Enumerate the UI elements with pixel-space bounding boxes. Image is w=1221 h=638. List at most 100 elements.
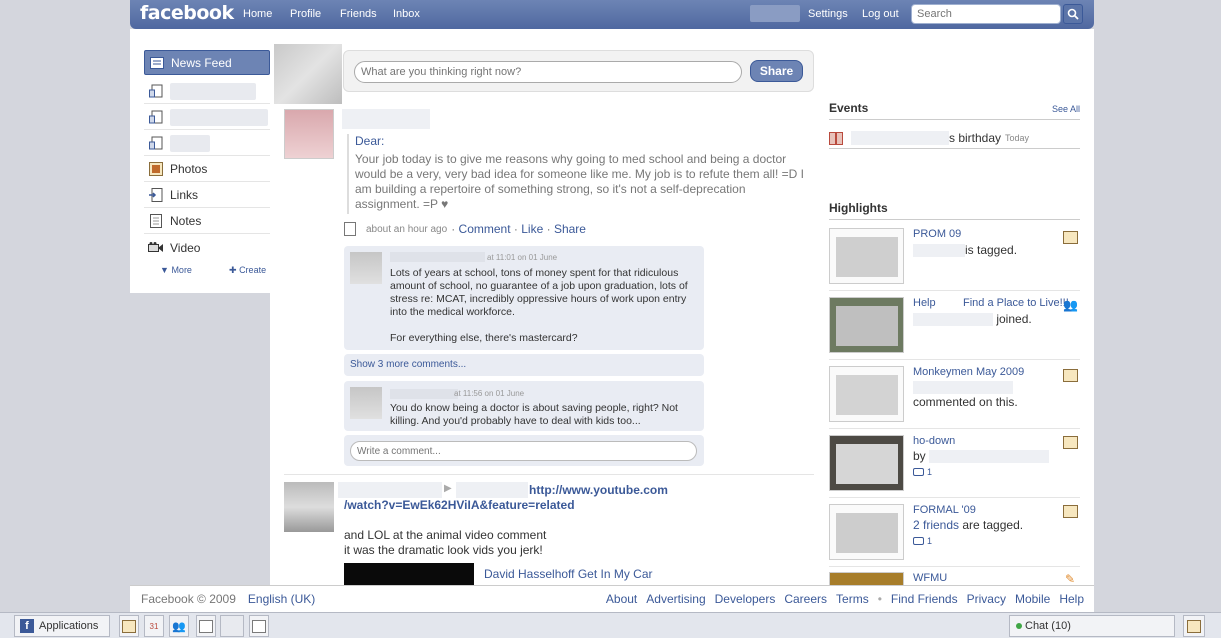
video-thumbnail[interactable] [344, 563, 474, 585]
create-link[interactable]: ✚ Create [229, 265, 266, 276]
nav-profile-link[interactable]: Profile [290, 8, 321, 20]
user-avatar[interactable] [274, 44, 342, 104]
commenter-avatar[interactable] [350, 387, 382, 419]
sidebar-item-news-feed[interactable]: News Feed [144, 50, 270, 75]
highlight-thumbnail[interactable] [829, 366, 904, 422]
comment-link[interactable]: Comment [459, 222, 511, 236]
chat-button[interactable]: Chat (10) [1009, 615, 1175, 637]
commenter-avatar[interactable] [350, 252, 382, 284]
friends-tagged-link[interactable]: 2 friends [913, 518, 959, 532]
highlight-item: Help Find a Place to Live!!! joined. 👥 [829, 292, 1080, 360]
highlight-title[interactable]: ho-down [913, 435, 955, 447]
photos-shortcut[interactable] [119, 615, 139, 637]
story-author-name[interactable] [342, 109, 430, 129]
user-name-link[interactable] [750, 5, 800, 22]
footer-link-developers[interactable]: Developers [715, 592, 776, 606]
highlight-title[interactable]: FORMAL '09 [913, 504, 976, 516]
footer-bullet: • [877, 592, 882, 606]
highlight-title[interactable]: WFMU [913, 572, 947, 584]
facebook-f-icon: f [20, 619, 34, 633]
footer-link-terms[interactable]: Terms [836, 592, 869, 606]
highlight-title[interactable]: Monkeymen May 2009 [913, 366, 1024, 378]
highlight-title[interactable]: Help [913, 297, 936, 309]
separator: · [546, 222, 551, 236]
footer-link-advertising[interactable]: Advertising [646, 592, 705, 606]
sidebar-item-video[interactable]: Video [144, 235, 270, 260]
highlight-thumbnail[interactable] [829, 435, 904, 491]
highlight-item: FORMAL '09 2 friends are tagged. 1 [829, 499, 1080, 567]
sidebar-item-photos[interactable]: Photos [144, 157, 270, 182]
highlight-thumbnail[interactable] [829, 572, 904, 585]
story-author-avatar[interactable] [284, 109, 334, 159]
highlight-item: Monkeymen May 2009 commented on this. [829, 361, 1080, 429]
sidebar-item-notes[interactable]: Notes [144, 209, 270, 234]
see-all-events-link[interactable]: See All [1052, 104, 1080, 114]
notifications-icon [1187, 619, 1201, 633]
story-author-name[interactable] [338, 482, 442, 498]
thumbnail-image [836, 375, 898, 415]
language-link[interactable]: English (UK) [248, 592, 315, 606]
commenter-name[interactable] [390, 389, 458, 399]
sidebar-item-friend-list-2[interactable] [144, 105, 270, 130]
links-icon [148, 187, 164, 203]
video-title-link[interactable]: David Hasselhoff Get In My Car [484, 567, 653, 581]
facebook-logo[interactable]: facebook [140, 2, 234, 24]
footer-link-about[interactable]: About [606, 592, 637, 606]
calendar-icon: 31 [149, 621, 159, 631]
event-person-name[interactable] [851, 131, 949, 145]
nav-friends-link[interactable]: Friends [340, 8, 377, 20]
story-target-name[interactable] [456, 482, 528, 498]
nav-logout-link[interactable]: Log out [862, 8, 899, 20]
highlight-text-value: are tagged. [962, 518, 1024, 532]
story-meta: about an hour ago · Comment · Like · Sha… [344, 222, 586, 236]
sidebar-item-friend-list[interactable] [144, 79, 270, 104]
thumbnail-image [836, 306, 898, 346]
sidebar-item-links[interactable]: Links [144, 183, 270, 208]
nav-home-link[interactable]: Home [243, 8, 272, 20]
footer-link-careers[interactable]: Careers [784, 592, 827, 606]
redacted-shortcut[interactable] [220, 615, 244, 637]
events-heading: Events [829, 101, 869, 115]
search-button[interactable] [1063, 4, 1083, 24]
highlight-title[interactable]: PROM 09 [913, 228, 961, 240]
friends-shortcut[interactable]: 👥 [169, 615, 189, 637]
highlight-thumbnail[interactable] [829, 504, 904, 560]
write-comment-input[interactable] [350, 441, 697, 461]
photo-album-icon [1063, 505, 1078, 518]
search-input[interactable] [911, 4, 1061, 24]
comment: at 11:01 on 01 June Lots of years at sch… [344, 246, 704, 350]
commenter-name[interactable] [390, 252, 485, 262]
footer-link-privacy[interactable]: Privacy [967, 592, 1006, 606]
group-name-link[interactable]: Find a Place to Live!!! [963, 297, 1069, 309]
note-preview: Dear: Your job today is to give me reaso… [347, 134, 807, 214]
sidebar-item-friend-list-3[interactable] [144, 131, 270, 156]
more-link[interactable]: ▼ More [160, 265, 192, 275]
share-button[interactable]: Share [750, 60, 803, 82]
show-more-comments-link[interactable]: Show 3 more comments... [344, 354, 704, 376]
links-shortcut[interactable] [196, 615, 216, 637]
comment-text: For everything else, there's mastercard? [390, 332, 578, 344]
footer-link-mobile[interactable]: Mobile [1015, 592, 1050, 606]
note-title[interactable]: Dear: [355, 134, 807, 148]
comment-timestamp: at 11:56 on 01 June [454, 389, 525, 398]
notes-shortcut[interactable] [249, 615, 269, 637]
top-navigation-bar: facebook Home Profile Friends Inbox Sett… [130, 0, 1094, 29]
youtube-link[interactable]: http://www.youtube.com [529, 483, 668, 497]
nav-settings-link[interactable]: Settings [808, 8, 848, 20]
like-link[interactable]: Like [521, 222, 543, 236]
applications-button[interactable]: f Applications [14, 615, 110, 637]
highlight-thumbnail[interactable] [829, 297, 904, 353]
nav-inbox-link[interactable]: Inbox [393, 8, 420, 20]
story-author-avatar[interactable] [284, 482, 334, 532]
notifications-button[interactable] [1183, 615, 1205, 637]
youtube-link-path[interactable]: /watch?v=EwEk62HViIA&feature=related [344, 498, 575, 512]
share-link[interactable]: Share [554, 222, 586, 236]
status-input[interactable] [354, 61, 742, 83]
highlight-thumbnail[interactable] [829, 228, 904, 284]
events-shortcut[interactable]: 31 [144, 615, 164, 637]
footer-link-help[interactable]: Help [1059, 592, 1084, 606]
footer-link-find-friends[interactable]: Find Friends [891, 592, 958, 606]
comment-count[interactable]: 1 [913, 467, 932, 477]
comment-count[interactable]: 1 [913, 536, 932, 546]
comment-bubble-icon [913, 537, 924, 545]
